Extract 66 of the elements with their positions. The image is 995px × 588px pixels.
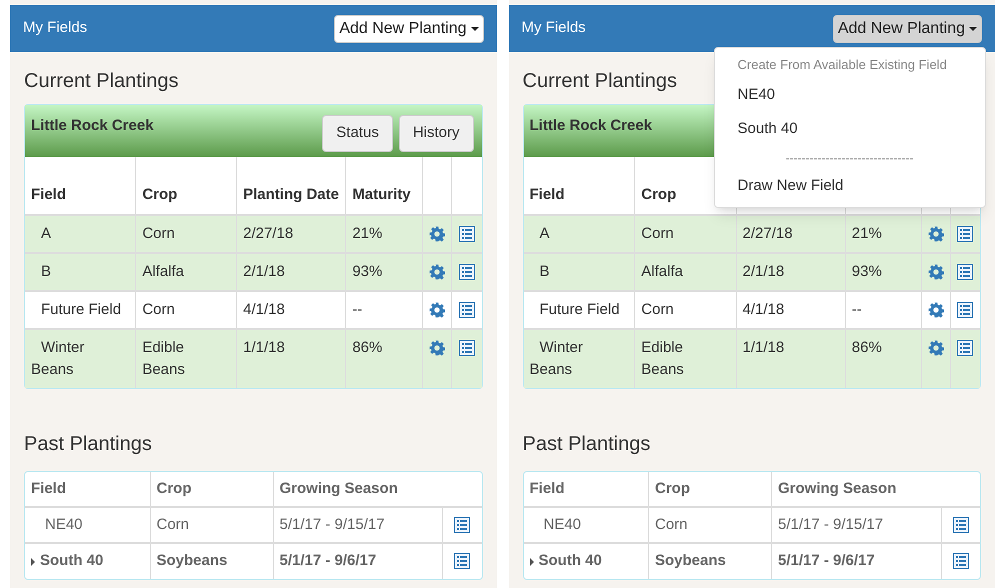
table-cell: Winter Beans — [31, 339, 84, 378]
table-cell: 93% — [852, 263, 882, 280]
card-title: Little Rock Creek — [31, 116, 154, 136]
column-header: Field — [31, 480, 66, 497]
column-header: Growing Season — [280, 480, 398, 497]
section-heading: Current Plantings — [522, 69, 678, 94]
table-cell: Winter Beans — [530, 339, 583, 378]
navbar-title: My Fields — [23, 18, 88, 38]
table-cell: Soybeans — [156, 552, 228, 570]
column-header: Field — [530, 480, 565, 497]
navbar-title: My Fields — [522, 18, 586, 38]
table-cell: 5/1/17 - 9/6/17 — [280, 552, 376, 570]
table-cell: 21% — [852, 225, 882, 242]
section-heading: Current Plantings — [24, 69, 179, 94]
table-cell: 5/1/17 - 9/15/17 — [778, 516, 884, 533]
table-cell: 2/27/18 — [243, 225, 294, 242]
table-cell-text: South 40 — [538, 551, 602, 572]
table-cell: Corn — [641, 301, 674, 318]
table-cell: Edible Beans — [142, 339, 185, 378]
table-cell: Alfalfa — [641, 263, 683, 280]
table-cell-text: NE40 — [542, 514, 582, 535]
table-cell: 21% — [352, 225, 382, 242]
table-cell: 5/1/17 - 9/15/17 — [280, 516, 385, 533]
table-cell: 86% — [852, 339, 882, 356]
table-cell-text: B — [40, 263, 52, 280]
table-cell-text: South 40 — [40, 551, 104, 572]
table-cell: Corn — [156, 516, 190, 533]
menu-divider: -------------------------------- — [784, 150, 914, 166]
table-cell: Alfalfa — [142, 263, 184, 280]
card-title: Little Rock Creek — [530, 116, 652, 136]
table-cell: -- — [852, 301, 862, 318]
table-cell: 2/1/18 — [742, 263, 784, 280]
table-cell: 4/1/18 — [742, 301, 784, 318]
table-cell-text: B — [538, 263, 550, 280]
table-cell: 5/1/17 - 9/6/17 — [778, 552, 875, 570]
table-cell: 1/1/18 — [742, 339, 784, 356]
table-cell-text: A — [40, 225, 52, 242]
table-cell: Corn — [641, 225, 674, 242]
menu-header: Create From Available Existing Field — [736, 56, 948, 74]
table-cell: 93% — [352, 263, 382, 280]
column-header: Crop — [655, 480, 690, 497]
table-cell-text: A — [538, 225, 550, 242]
table-cell-text: Future Field — [40, 301, 122, 318]
table-cell: Corn — [142, 301, 175, 318]
table-cell: 2/1/18 — [243, 263, 285, 280]
column-header: Crop — [156, 480, 192, 497]
table-cell-text: Future Field — [538, 301, 620, 318]
column-header: Planting Date — [243, 186, 339, 202]
column-header: Maturity — [352, 186, 411, 202]
column-header: Growing Season — [778, 480, 896, 497]
section-heading: Past Plantings — [522, 432, 650, 457]
table-cell: 86% — [352, 339, 382, 356]
section-heading: Past Plantings — [24, 432, 152, 457]
table-cell: Corn — [142, 225, 175, 242]
table-cell: 4/1/18 — [243, 301, 285, 318]
column-header: Crop — [142, 186, 178, 202]
table-cell: Corn — [655, 516, 688, 533]
table-cell-text: NE40 — [44, 514, 83, 535]
table-cell: 2/27/18 — [742, 225, 793, 242]
table-cell: -- — [352, 301, 362, 318]
table-cell: 1/1/18 — [243, 339, 285, 356]
column-header: Field — [530, 186, 565, 202]
table-cell: Soybeans — [655, 552, 726, 570]
column-header: Crop — [641, 186, 676, 202]
table-cell: Edible Beans — [641, 339, 684, 378]
column-header: Field — [31, 186, 66, 202]
